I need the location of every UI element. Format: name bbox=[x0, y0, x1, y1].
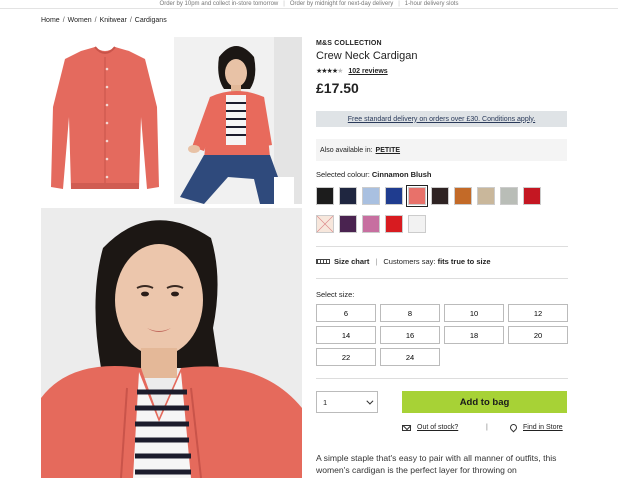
size-info-separator: | bbox=[375, 257, 378, 266]
colour-swatch[interactable] bbox=[316, 215, 334, 233]
colour-swatches bbox=[316, 185, 566, 243]
chevron-down-icon bbox=[366, 397, 374, 405]
star-rating-icon: ★★★★★ bbox=[316, 68, 343, 75]
breadcrumb-knitwear[interactable]: Knitwear bbox=[100, 17, 127, 24]
colour-swatch[interactable] bbox=[362, 187, 380, 205]
size-option-button[interactable]: 6 bbox=[316, 304, 376, 322]
product-description: A simple staple that's easy to pair with… bbox=[316, 453, 557, 475]
size-option-button[interactable]: 16 bbox=[380, 326, 440, 344]
size-grid: 6 8 10 12 14 16 18 20 22 24 bbox=[316, 304, 570, 366]
model-seated-illustration bbox=[174, 37, 302, 204]
stock-links: Out of stock? | Find in Store bbox=[400, 422, 570, 436]
size-option-button[interactable]: 24 bbox=[380, 348, 440, 366]
breadcrumb-separator: / bbox=[94, 17, 97, 24]
breadcrumb-women[interactable]: Women bbox=[68, 17, 92, 24]
breadcrumb-home[interactable]: Home bbox=[41, 17, 60, 24]
colour-swatch[interactable] bbox=[406, 185, 428, 207]
product-info: M&S COLLECTION Crew Neck Cardigan ★★★★★ … bbox=[316, 40, 568, 96]
model-closeup-illustration bbox=[41, 208, 302, 478]
size-option-button[interactable]: 8 bbox=[380, 304, 440, 322]
add-to-bag-button[interactable]: Add to bag bbox=[402, 391, 567, 413]
size-info-row: Size chart | Customers say: fits true to… bbox=[316, 257, 491, 266]
colour-label-text: Selected colour: bbox=[316, 170, 370, 179]
envelope-icon bbox=[402, 424, 411, 431]
promo-separator: | bbox=[283, 1, 285, 7]
delivery-banner[interactable]: Free standard delivery on orders over £3… bbox=[316, 111, 567, 127]
size-option-button[interactable]: 12 bbox=[508, 304, 568, 322]
divider bbox=[316, 278, 568, 279]
out-of-stock-label: Out of stock? bbox=[417, 424, 459, 431]
breadcrumb-separator: / bbox=[129, 17, 132, 24]
colour-swatch[interactable] bbox=[339, 187, 357, 205]
cardigan-flatlay-illustration bbox=[51, 46, 159, 189]
links-separator: | bbox=[486, 424, 488, 431]
colour-swatch[interactable] bbox=[408, 215, 426, 233]
size-option-button[interactable]: 14 bbox=[316, 326, 376, 344]
breadcrumb: Home / Women / Knitwear / Cardigans bbox=[41, 17, 167, 24]
colour-swatch[interactable] bbox=[454, 187, 472, 205]
rating-row: ★★★★★ 102 reviews bbox=[316, 67, 568, 76]
divider bbox=[316, 378, 568, 379]
size-chart-link[interactable]: Size chart bbox=[334, 257, 369, 266]
size-option-button[interactable]: 22 bbox=[316, 348, 376, 366]
colour-swatch[interactable] bbox=[339, 215, 357, 233]
size-option-button[interactable]: 10 bbox=[444, 304, 504, 322]
reviews-link[interactable]: 102 reviews bbox=[348, 68, 387, 75]
size-option-button[interactable]: 20 bbox=[508, 326, 568, 344]
also-available-label: Also available in: bbox=[320, 146, 373, 154]
colour-swatch[interactable] bbox=[362, 215, 380, 233]
find-in-store-link[interactable]: Find in Store bbox=[508, 422, 563, 433]
quantity-value: 1 bbox=[323, 397, 328, 407]
select-size-label: Select size: bbox=[316, 290, 355, 299]
promo-item: Order by midnight for next-day delivery bbox=[289, 1, 394, 7]
customers-say-label: Customers say: bbox=[383, 257, 436, 266]
colour-swatch[interactable] bbox=[385, 187, 403, 205]
product-price: £17.50 bbox=[316, 80, 359, 96]
product-image-flatlay[interactable] bbox=[41, 37, 170, 204]
selected-colour-label: Selected colour: Cinnamon Blush bbox=[316, 170, 431, 179]
colour-swatch[interactable] bbox=[500, 187, 518, 205]
colour-swatch[interactable] bbox=[431, 187, 449, 205]
colour-swatch[interactable] bbox=[385, 215, 403, 233]
promo-item: Order by 10pm and collect in-store tomor… bbox=[159, 1, 279, 7]
colour-swatch[interactable] bbox=[477, 187, 495, 205]
promo-separator: | bbox=[398, 1, 400, 7]
promo-item: 1-hour delivery slots bbox=[404, 1, 459, 7]
promo-bar: Order by 10pm and collect in-store tomor… bbox=[0, 0, 618, 9]
find-in-store-label: Find in Store bbox=[523, 424, 563, 431]
ruler-icon bbox=[316, 259, 330, 264]
petite-link[interactable]: PETITE bbox=[376, 147, 401, 154]
location-pin-icon bbox=[508, 422, 519, 433]
divider bbox=[316, 246, 568, 247]
quantity-select[interactable]: 1 bbox=[316, 391, 378, 413]
product-image-model-closeup[interactable] bbox=[41, 208, 302, 478]
fit-verdict: fits true to size bbox=[437, 257, 491, 266]
product-title: Crew Neck Cardigan bbox=[316, 50, 418, 62]
colour-swatch[interactable] bbox=[316, 187, 334, 205]
selected-colour-name: Cinnamon Blush bbox=[371, 170, 432, 179]
brand-name: M&S COLLECTION bbox=[316, 40, 382, 47]
size-option-button[interactable]: 18 bbox=[444, 326, 504, 344]
breadcrumb-separator: / bbox=[62, 17, 65, 24]
breadcrumb-cardigans[interactable]: Cardigans bbox=[135, 17, 167, 24]
also-available-box: Also available in: PETITE bbox=[316, 139, 567, 161]
product-image-model-seated[interactable] bbox=[174, 37, 302, 204]
out-of-stock-link[interactable]: Out of stock? bbox=[402, 424, 458, 431]
colour-swatch[interactable] bbox=[523, 187, 541, 205]
